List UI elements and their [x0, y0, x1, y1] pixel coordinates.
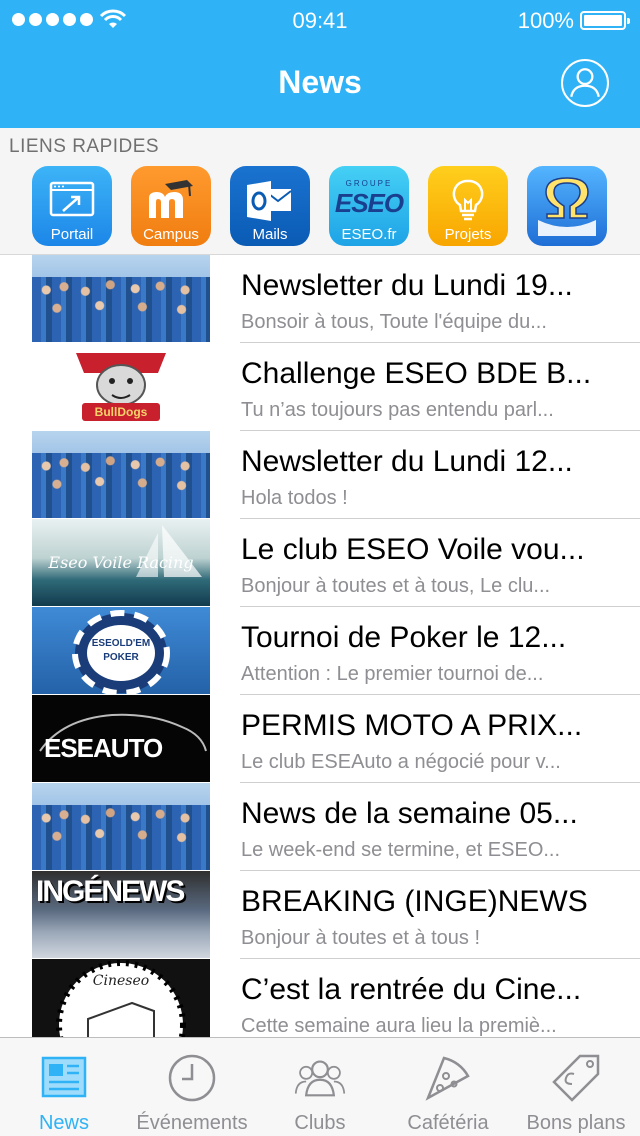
tab-evenements[interactable]: Événements [128, 1038, 256, 1136]
eseo-logo-small: GROUPE [345, 179, 393, 188]
news-title: Newsletter du Lundi 12... [241, 445, 573, 478]
outlook-icon [247, 181, 292, 221]
page-title: News [278, 64, 362, 100]
quick-link-portail[interactable]: Portail [32, 166, 112, 246]
news-title: BREAKING (INGE)NEWS [241, 885, 588, 918]
news-row[interactable]: Eseo Voile Racing Le club ESEO Voile vou… [0, 519, 640, 607]
bulldogs-logo-text: BullDogs [94, 405, 148, 419]
news-excerpt: Bonjour à toutes et à tous, Le clu... [241, 575, 551, 597]
quick-link-eseo[interactable]: GROUPE ESEO ESEO.fr [329, 166, 409, 246]
news-thumbnail [32, 255, 210, 342]
news-thumbnail [32, 783, 210, 870]
news-list[interactable]: Newsletter du Lundi 19... Bonsoir à tous… [0, 255, 640, 1037]
news-thumbnail: Cineseo [32, 959, 210, 1037]
news-excerpt: Tu n’as toujours pas entendu parl... [241, 399, 554, 421]
news-row[interactable]: Newsletter du Lundi 19... Bonsoir à tous… [0, 255, 640, 343]
cineseo-logo-icon [56, 960, 186, 1037]
news-excerpt: Le week-end se termine, et ESEO... [241, 839, 561, 861]
news-title: Tournoi de Poker le 12... [241, 621, 567, 654]
news-excerpt: Bonsoir à tous, Toute l'équipe du... [241, 311, 547, 333]
battery-percent: 100% [517, 8, 574, 33]
pizza-icon [425, 1056, 470, 1101]
newspaper-icon [41, 1056, 87, 1098]
news-row[interactable]: BullDogs Challenge ESEO BDE B... Tu n’as… [0, 343, 640, 431]
tab-bons-plans[interactable]: Bons plans [512, 1038, 640, 1136]
people-icon [294, 1060, 346, 1097]
quick-link-label: ESEO.fr [341, 226, 397, 243]
tab-label: News [38, 1112, 89, 1134]
news-title: C’est la rentrée du Cine... [241, 973, 582, 1006]
quick-link-omega[interactable] [527, 166, 607, 246]
news-excerpt: Bonjour à toutes et à tous ! [241, 927, 481, 949]
news-row[interactable]: News de la semaine 05... Le week-end se … [0, 783, 640, 871]
tab-label: Cafétéria [407, 1112, 489, 1134]
news-title: Newsletter du Lundi 19... [241, 269, 573, 302]
status-bar: 09:41 100% [0, 0, 640, 40]
user-icon [570, 68, 600, 98]
quick-link-label: Mails [252, 226, 288, 243]
tab-bar: News Événements Clubs Cafétéria Bons pla… [0, 1037, 640, 1136]
eseo-logo-text: ESEO [334, 188, 404, 218]
tab-cafeteria[interactable]: Cafétéria [384, 1038, 512, 1136]
tab-label: Clubs [294, 1112, 346, 1134]
news-row[interactable]: Cineseo C’est la rentrée du Cine... Cett… [0, 959, 640, 1037]
quick-link-label: Portail [50, 226, 94, 243]
news-thumbnail: INGÉNEWS [32, 871, 210, 958]
price-tag-icon [552, 1054, 600, 1102]
news-thumbnail: ESEAUTO [32, 695, 210, 782]
profile-button[interactable] [561, 59, 609, 107]
news-excerpt: Hola todos ! [241, 487, 348, 509]
voile-logo-text: Eseo Voile Racing [48, 553, 194, 572]
tab-label: Événements [136, 1112, 248, 1134]
clock-icon [168, 1054, 216, 1102]
news-row[interactable]: Newsletter du Lundi 12... Hola todos ! [0, 431, 640, 519]
news-thumbnail: ESEOLD'EM POKER [32, 607, 210, 694]
news-excerpt: Le club ESEAuto a négocié pour v... [241, 751, 561, 773]
eseauto-logo-text: ESEAUTO [44, 733, 163, 763]
news-title: Le club ESEO Voile vou... [241, 533, 585, 566]
quick-link-projets[interactable]: Projets [428, 166, 508, 246]
news-excerpt: Cette semaine aura lieu la premiè... [241, 1015, 557, 1037]
quick-link-label: Campus [143, 226, 199, 243]
quick-link-mails[interactable]: Mails [230, 166, 310, 246]
tab-clubs[interactable]: Clubs [256, 1038, 384, 1136]
portal-icon [49, 181, 95, 217]
news-title: News de la semaine 05... [241, 797, 578, 830]
tab-label: Bons plans [526, 1112, 626, 1134]
lightbulb-icon [452, 179, 484, 221]
quick-link-campus[interactable]: Campus [131, 166, 211, 246]
quick-links-title: LIENS RAPIDES [9, 136, 160, 157]
quick-link-label: Projets [444, 226, 492, 243]
news-row[interactable]: ESEOLD'EM POKER Tournoi de Poker le 12..… [0, 607, 640, 695]
news-row[interactable]: ESEAUTO PERMIS MOTO A PRIX... Le club ES… [0, 695, 640, 783]
news-excerpt: Attention : Le premier tournoi de... [241, 663, 544, 685]
omega-icon [538, 177, 596, 236]
news-title: PERMIS MOTO A PRIX... [241, 709, 583, 742]
cineseo-logo-text: Cineseo [92, 973, 150, 989]
tab-news[interactable]: News [0, 1038, 128, 1136]
news-title: Challenge ESEO BDE B... [241, 357, 592, 390]
ingenews-logo-text: INGÉNEWS [36, 875, 185, 908]
moodle-icon [149, 180, 193, 218]
eseo-logo-icon: GROUPE ESEO [329, 174, 409, 224]
news-thumbnail [32, 431, 210, 518]
navigation-header: 09:41 100% News [0, 0, 640, 128]
news-thumbnail: Eseo Voile Racing [32, 519, 210, 606]
poker-logo-text: ESEOLD'EM POKER [91, 638, 151, 663]
news-row[interactable]: INGÉNEWS BREAKING (INGE)NEWS Bonjour à t… [0, 871, 640, 959]
quick-links-section: LIENS RAPIDES Portail Campus Mails GROUP… [0, 128, 640, 255]
news-thumbnail: BullDogs [32, 343, 210, 430]
battery-icon [580, 11, 630, 30]
